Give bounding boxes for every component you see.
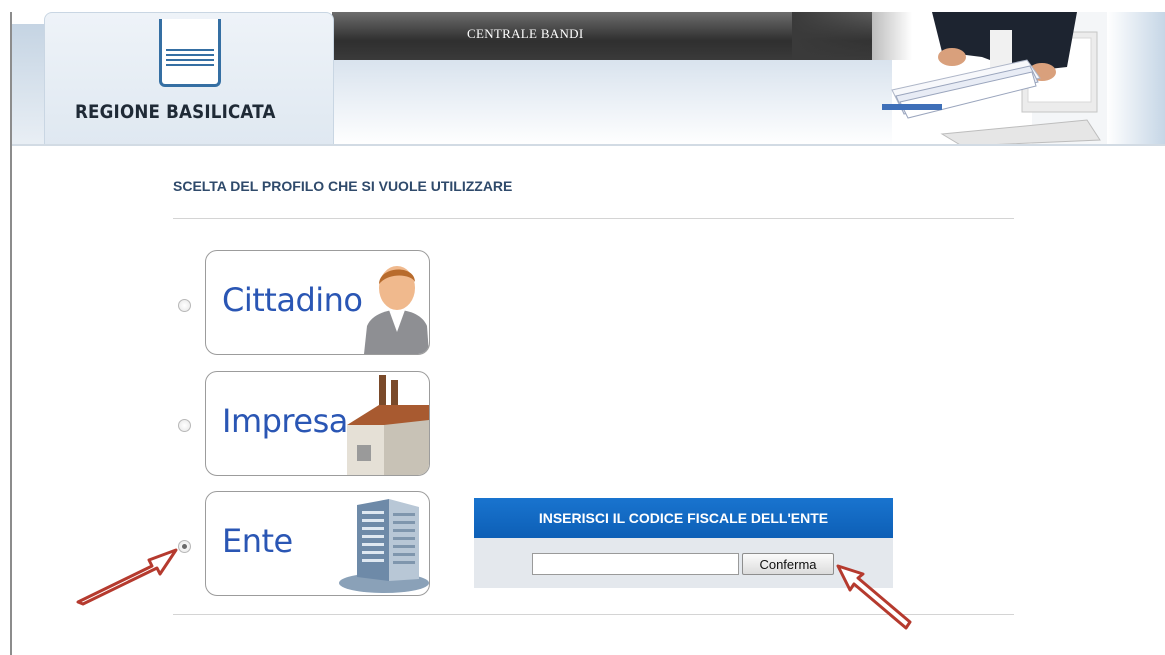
person-icon bbox=[364, 266, 429, 354]
annotation-arrow-radio bbox=[76, 548, 178, 606]
radio-impresa[interactable] bbox=[178, 419, 191, 432]
ente-panel-heading: INSERISCI IL CODICE FISCALE DELL'ENTE bbox=[474, 498, 893, 538]
site-title: CENTRALE BANDI bbox=[467, 26, 584, 41]
codice-fiscale-input[interactable] bbox=[532, 553, 739, 575]
region-logo-card[interactable]: REGIONE BASILICATA bbox=[44, 12, 334, 146]
handing-documents-illustration bbox=[882, 12, 1107, 146]
profile-option-impresa[interactable]: Impresa bbox=[205, 371, 430, 476]
annotation-arrow-button bbox=[836, 564, 912, 630]
profile-option-cittadino[interactable]: Cittadino bbox=[205, 250, 430, 355]
option-label: Ente bbox=[222, 522, 293, 560]
basilicata-emblem-icon bbox=[159, 19, 221, 87]
radio-cittadino[interactable] bbox=[178, 299, 191, 312]
office-building-icon bbox=[339, 499, 429, 593]
brand-name: REGIONE BASILICATA bbox=[75, 101, 276, 123]
factory-icon bbox=[347, 375, 429, 475]
conferma-button[interactable]: Conferma bbox=[742, 553, 834, 575]
option-label: Impresa bbox=[222, 402, 348, 440]
page-title: SCELTA DEL PROFILO CHE SI VUOLE UTILIZZA… bbox=[173, 178, 513, 194]
profile-option-ente[interactable]: Ente bbox=[205, 491, 430, 596]
divider bbox=[173, 218, 1014, 219]
site-header: CENTRALE BANDI REGIONE BASILICATA bbox=[12, 12, 1165, 146]
option-label: Cittadino bbox=[222, 281, 363, 319]
